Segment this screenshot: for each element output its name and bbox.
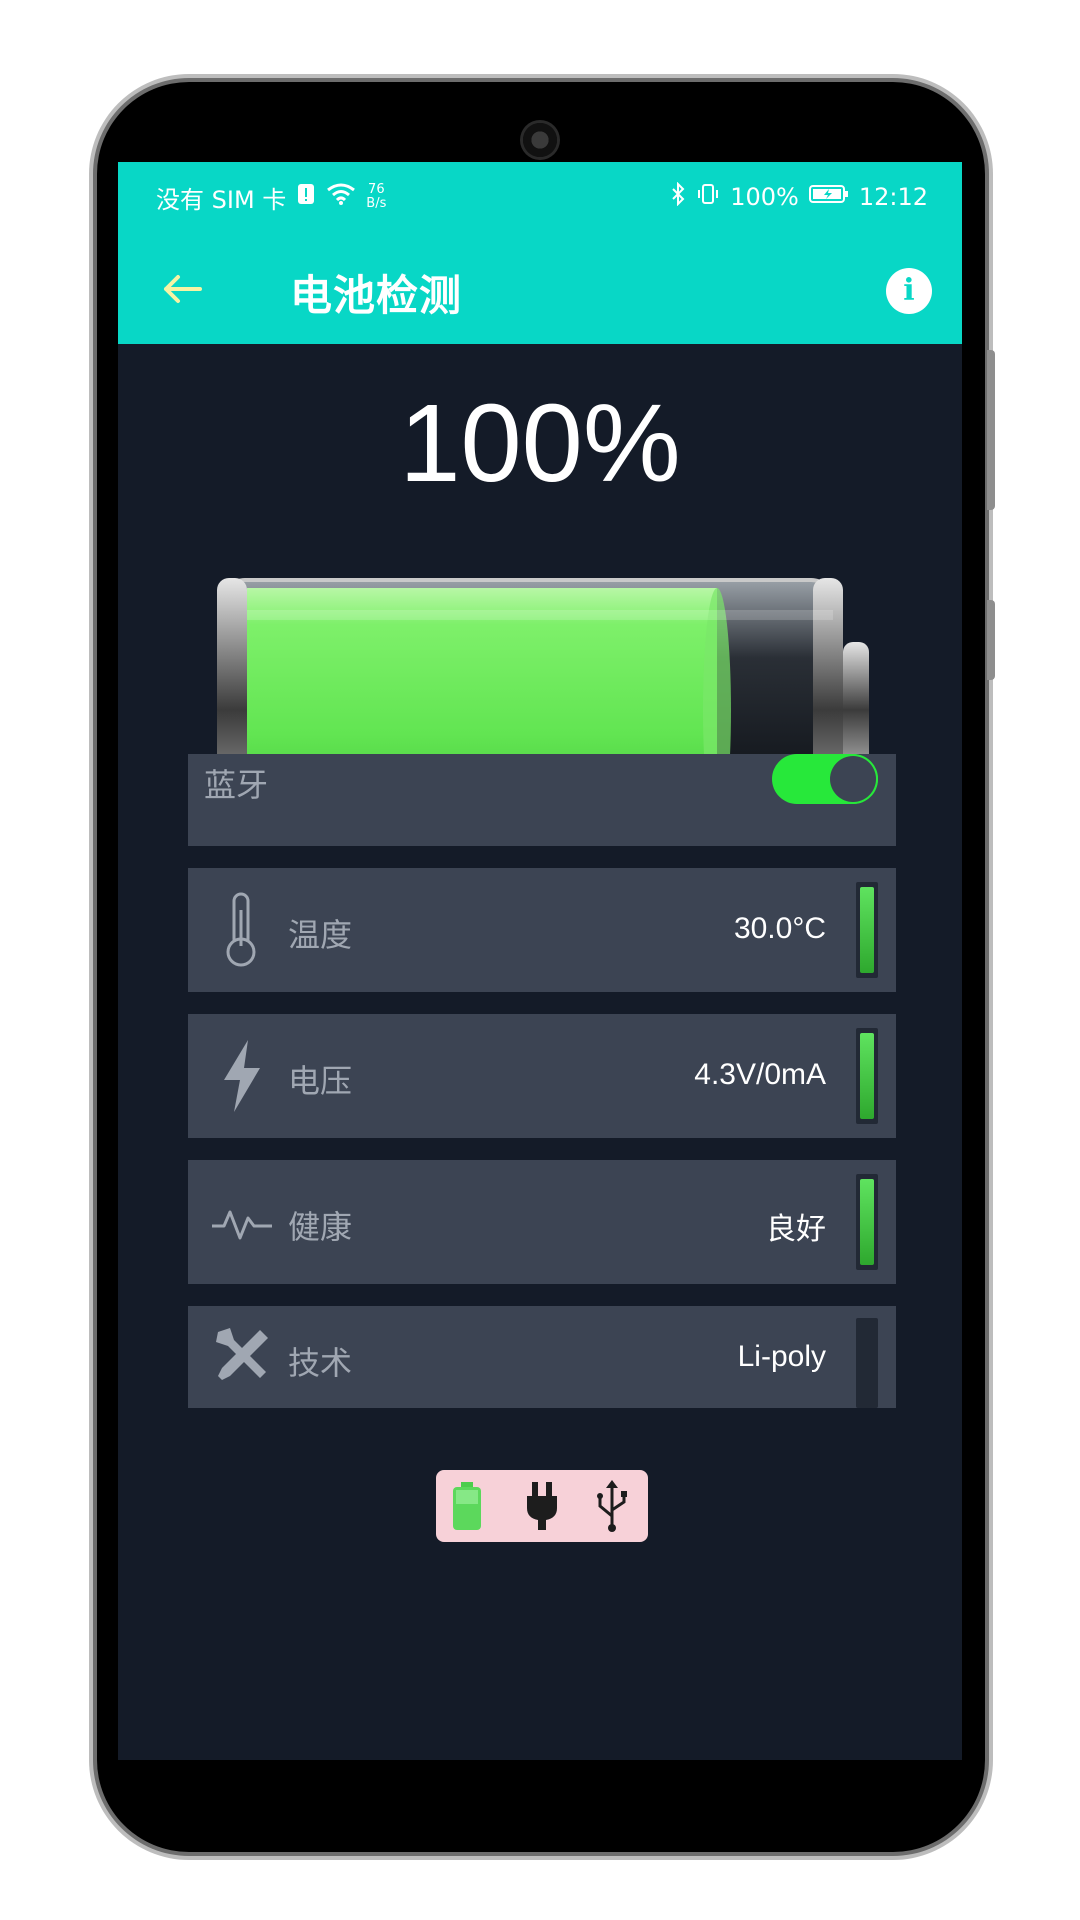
status-time: 12:12 (858, 183, 928, 211)
health-value: 良好 (766, 1213, 826, 1246)
arrow-left-icon[interactable] (158, 264, 208, 314)
net-speed-value: 76 (368, 182, 385, 197)
info-icon[interactable]: i (886, 268, 932, 314)
battery-percent-display: 100% (399, 382, 681, 505)
power-source-bar (436, 1470, 648, 1542)
tools-icon (210, 1320, 274, 1400)
voltage-label: 电压 (288, 1062, 353, 1100)
toggle-knob (830, 756, 876, 802)
bluetooth-row: 蓝牙 (188, 754, 896, 846)
usb-icon[interactable] (594, 1478, 630, 1538)
voltage-level-fill (860, 1033, 874, 1119)
health-level-fill (860, 1179, 874, 1265)
health-label: 健康 (288, 1208, 353, 1246)
vibrate-icon (696, 182, 720, 212)
power-button (987, 600, 995, 680)
bluetooth-toggle[interactable] (772, 754, 878, 804)
front-camera (520, 120, 560, 160)
app-bar: 电池检测 i (118, 240, 962, 344)
bluetooth-icon (670, 181, 686, 212)
net-speed: 76 B/s (366, 183, 386, 211)
status-left: 没有 SIM 卡 76 B/s (156, 180, 386, 215)
technology-label: 技术 (288, 1344, 353, 1382)
lightning-icon (210, 1036, 274, 1116)
plug-icon[interactable] (524, 1478, 560, 1538)
temperature-value: 30.0°C (733, 912, 826, 945)
voltage-level-bar (856, 1028, 878, 1124)
top-bar: 没有 SIM 卡 76 B/s 100% 12:12 电池检测 i (118, 162, 962, 344)
temperature-row: 温度 30.0°C (188, 868, 896, 992)
status-battery-percent: 100% (730, 183, 799, 211)
screen: 没有 SIM 卡 76 B/s 100% 12:12 电池检测 i 100% 蓝… (118, 162, 962, 1760)
health-row: 健康 良好 (188, 1160, 896, 1284)
bluetooth-label: 蓝牙 (204, 766, 269, 804)
carrier-text: 没有 SIM 卡 (156, 185, 287, 214)
technology-row: 技术 Li-poly (188, 1306, 896, 1408)
technology-value: Li-poly (737, 1340, 826, 1373)
voltage-row: 电压 4.3V/0mA (188, 1014, 896, 1138)
battery-icon[interactable] (450, 1480, 484, 1536)
sim-alert-icon (296, 182, 316, 212)
thermometer-icon (210, 890, 274, 970)
wifi-icon (326, 182, 356, 212)
temperature-level-fill (860, 887, 874, 973)
net-speed-unit: B/s (366, 196, 387, 211)
health-level-bar (856, 1174, 878, 1270)
voltage-value: 4.3V/0mA (694, 1058, 826, 1091)
temperature-label: 温度 (288, 916, 353, 954)
temperature-level-bar (856, 882, 878, 978)
status-right: 100% 12:12 (670, 181, 928, 212)
status-bar: 没有 SIM 卡 76 B/s 100% 12:12 (156, 180, 928, 214)
pulse-icon (210, 1182, 274, 1262)
technology-level-bar (856, 1318, 878, 1408)
page-title: 电池检测 (290, 271, 463, 320)
volume-button (987, 350, 995, 510)
status-battery-icon (808, 183, 849, 211)
